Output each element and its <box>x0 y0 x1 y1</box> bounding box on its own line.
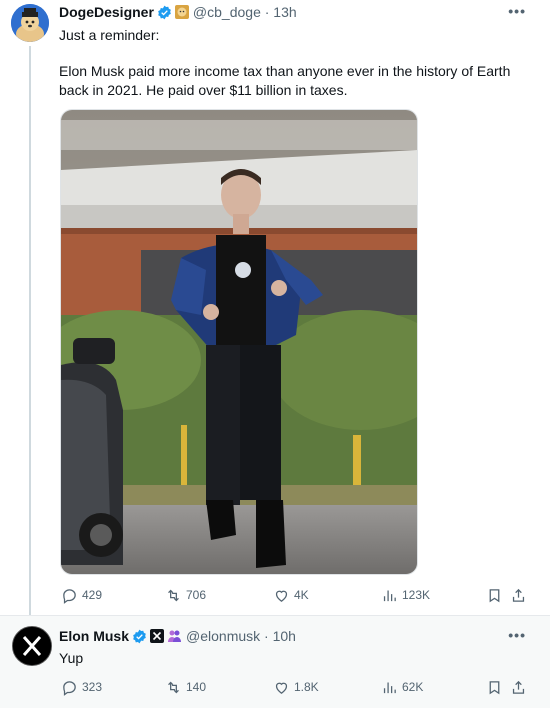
x-logo-badge-icon <box>150 629 165 643</box>
views-icon <box>383 590 396 601</box>
reply-count: 429 <box>82 588 103 602</box>
reply-icon <box>63 680 76 696</box>
doge-badge-icon <box>174 5 189 19</box>
tweet-header: Elon Musk @elonmusk · 10h <box>59 627 296 645</box>
views-icon <box>383 682 396 693</box>
avatar-elonmusk[interactable] <box>12 626 52 666</box>
share-button[interactable] <box>510 679 527 696</box>
repost-button[interactable]: 140 <box>165 679 206 696</box>
reply-icon <box>63 588 76 604</box>
bookmark-button[interactable] <box>486 679 503 696</box>
verified-badge-icon <box>157 5 172 20</box>
like-icon <box>275 590 288 602</box>
tweet-actions: 323 140 1.8K 62K <box>61 678 550 696</box>
tweet-text-paragraph: Elon Musk paid more income tax than anyo… <box>59 63 511 98</box>
repost-count: 140 <box>186 680 207 694</box>
reply-button[interactable]: 429 <box>61 587 102 604</box>
repost-count: 706 <box>186 588 207 602</box>
bookmark-icon <box>489 680 500 694</box>
share-button[interactable] <box>510 587 527 604</box>
repost-icon <box>168 589 179 601</box>
views-count: 62K <box>402 680 424 694</box>
tweet-actions: 429 706 4K 123K <box>61 586 550 604</box>
like-count: 1.8K <box>294 680 319 694</box>
tweet-photo[interactable] <box>60 109 418 575</box>
bookmark-button[interactable] <box>486 587 503 604</box>
affiliate-badge-icon <box>167 629 182 644</box>
reply-count: 323 <box>82 680 103 694</box>
author-handle-time[interactable]: @elonmusk · 10h <box>186 628 296 644</box>
like-icon <box>275 682 288 694</box>
verified-badge-icon <box>132 629 147 644</box>
more-icon[interactable]: ••• <box>508 627 526 643</box>
bookmark-icon <box>489 588 500 602</box>
like-count: 4K <box>294 588 309 602</box>
author-name[interactable]: DogeDesigner <box>59 4 154 20</box>
repost-icon <box>168 681 179 693</box>
repost-button[interactable]: 706 <box>165 587 206 604</box>
tweet-header: DogeDesigner @cb_doge · 13h <box>59 3 297 21</box>
tweet-elonmusk[interactable]: Elon Musk @elonmusk · 10h ••• Yup 323 14… <box>0 615 550 708</box>
tweet-text-line: Just a reminder: <box>59 27 160 43</box>
views-button[interactable]: 123K <box>381 587 430 604</box>
author-name[interactable]: Elon Musk <box>59 628 129 644</box>
tweet-text: Yup <box>59 650 84 666</box>
like-button[interactable]: 1.8K <box>273 679 319 696</box>
views-count: 123K <box>402 588 431 602</box>
share-icon <box>512 680 525 694</box>
reply-button[interactable]: 323 <box>61 679 102 696</box>
more-icon[interactable]: ••• <box>508 3 526 19</box>
author-handle-time[interactable]: @cb_doge · 13h <box>193 4 297 20</box>
views-button[interactable]: 62K <box>381 679 423 696</box>
avatar-dogedesigner[interactable] <box>11 4 49 42</box>
like-button[interactable]: 4K <box>273 587 309 604</box>
thread-line <box>29 46 31 618</box>
tweet-dogedesigner[interactable]: DogeDesigner @cb_doge · 13h ••• Just a r… <box>0 0 550 618</box>
share-icon <box>512 588 525 602</box>
